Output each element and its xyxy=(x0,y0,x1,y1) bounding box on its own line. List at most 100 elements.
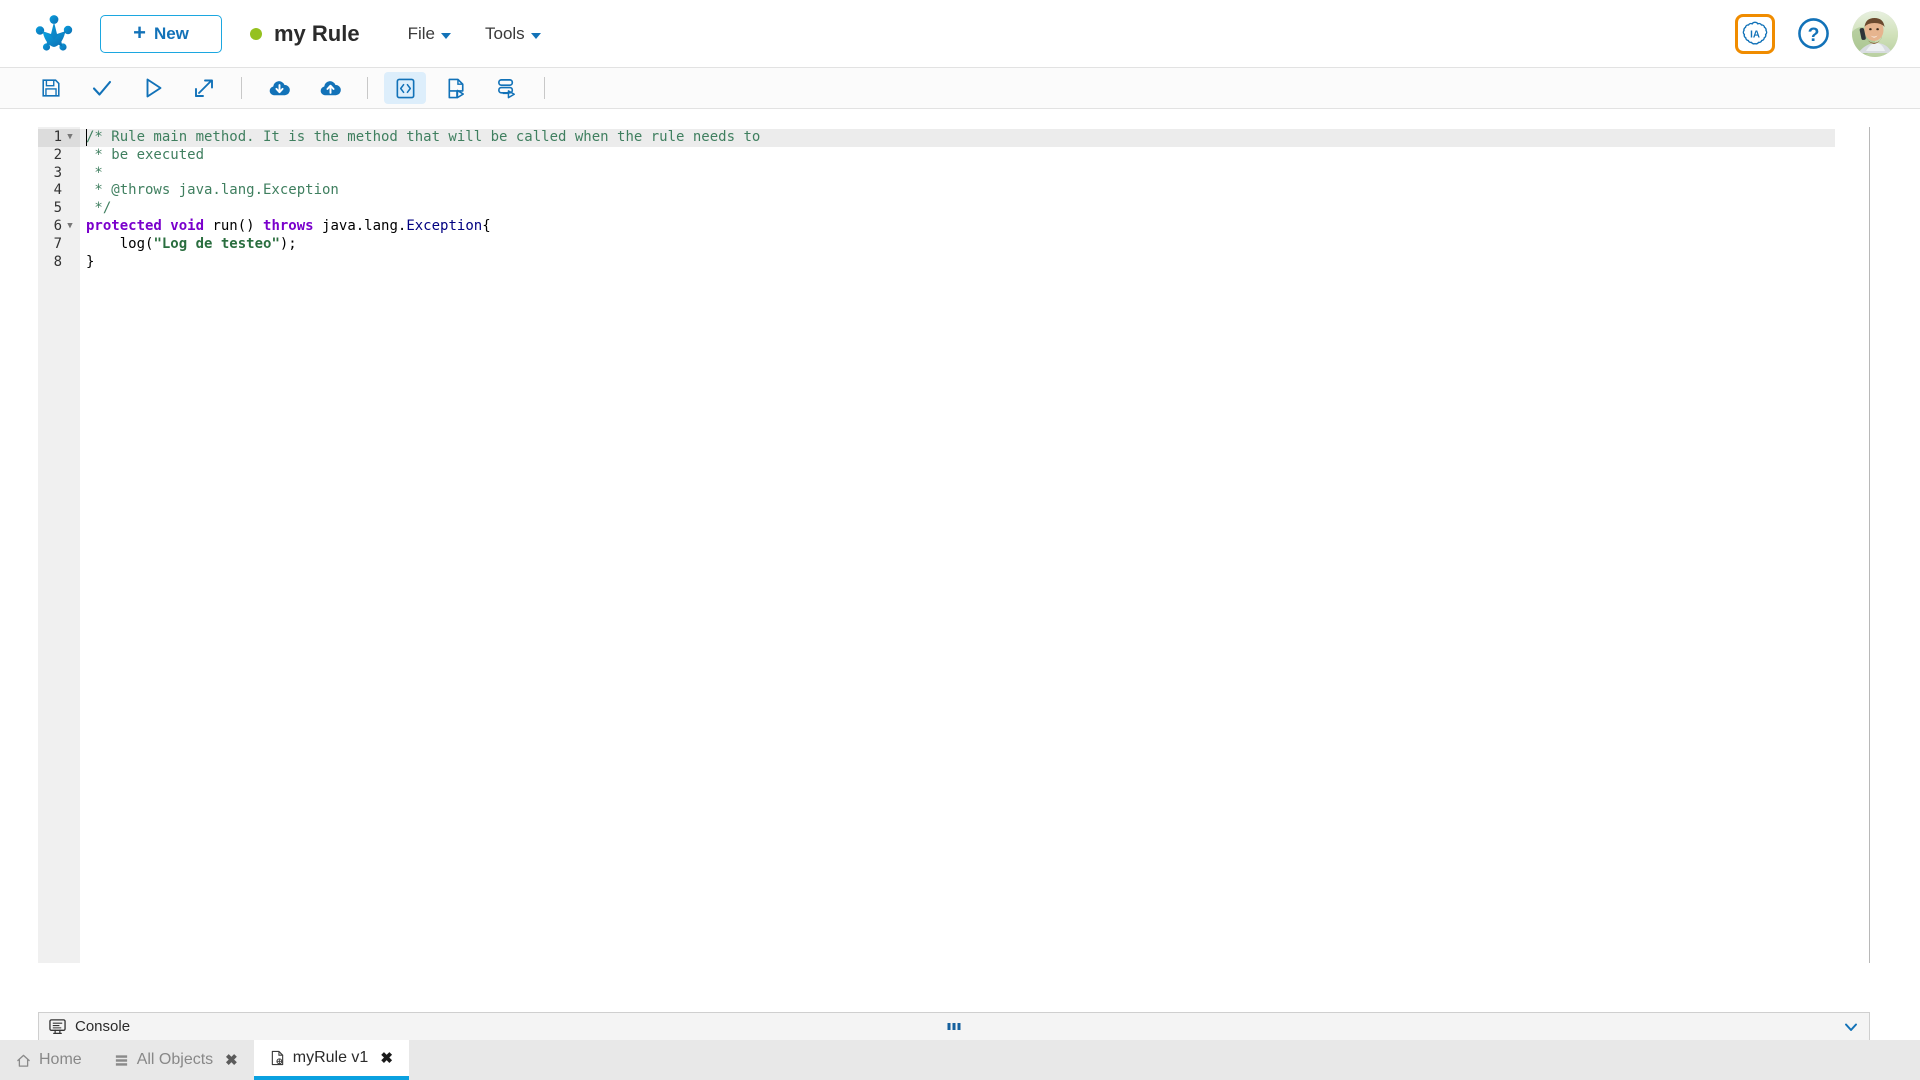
floppy-disk-icon xyxy=(42,79,60,97)
line-number: 7 xyxy=(38,236,80,254)
import-button[interactable] xyxy=(258,72,300,104)
code-token: run() xyxy=(212,217,264,234)
line-number-gutter: 1 ▼ 2 3 4 5 6 ▼ 7 8 xyxy=(38,127,80,963)
code-content[interactable]: /* Rule main method. It is the method th… xyxy=(80,127,1869,963)
run-batch-button[interactable] xyxy=(486,72,528,104)
code-line[interactable]: protected void run() throws java.lang.Ex… xyxy=(80,218,1869,236)
validate-button[interactable] xyxy=(81,72,123,104)
line-number-value: 3 xyxy=(53,164,62,181)
close-icon[interactable]: ✖ xyxy=(225,1053,238,1068)
tab-all-objects[interactable]: All Objects ✖ xyxy=(98,1040,254,1080)
code-document-icon xyxy=(396,78,414,98)
code-line[interactable]: */ xyxy=(80,200,1869,218)
source-code-button[interactable] xyxy=(384,72,426,104)
editor-toolbar xyxy=(0,68,1920,109)
export-button[interactable] xyxy=(309,72,351,104)
run-button[interactable] xyxy=(132,72,174,104)
menu-tools-label: Tools xyxy=(485,23,525,43)
menu-file-label: File xyxy=(407,23,435,43)
svg-text:?: ? xyxy=(1808,24,1820,46)
code-line[interactable]: log("Log de testeo"); xyxy=(80,236,1869,254)
bonita-frog-logo-icon xyxy=(35,14,73,51)
app-logo[interactable] xyxy=(18,14,90,54)
open-external-button[interactable] xyxy=(183,72,225,104)
code-line[interactable]: * be executed xyxy=(80,147,1869,165)
code-editor-area: 1 ▼ 2 3 4 5 6 ▼ 7 8 /* Rule main method. It is th… xyxy=(0,109,1920,1012)
document-play-icon xyxy=(447,78,464,98)
line-number-value: 6 xyxy=(53,217,62,234)
line-number-value: 1 xyxy=(53,129,62,145)
code-token: { xyxy=(482,217,491,234)
close-icon[interactable]: ✖ xyxy=(380,1051,393,1066)
status-dot-icon xyxy=(250,27,262,40)
menu-bar: File Tools xyxy=(408,24,541,44)
code-token: } xyxy=(86,253,95,270)
question-mark-circle-icon: ? xyxy=(1798,18,1829,49)
line-number: 2 xyxy=(38,147,80,165)
bottom-tab-bar: Home All Objects ✖ myRule v1 ✖ xyxy=(0,1040,1920,1080)
code-line[interactable]: /* Rule main method. It is the method th… xyxy=(80,129,1835,147)
line-number-value: 4 xyxy=(53,182,62,199)
drag-handle-dots-icon[interactable] xyxy=(947,1023,961,1030)
code-token: throws xyxy=(263,217,323,234)
code-token: */ xyxy=(86,200,112,217)
menu-file[interactable]: File xyxy=(408,24,451,44)
code-line[interactable]: * xyxy=(80,165,1869,183)
cloud-download-icon xyxy=(269,80,290,95)
line-number: 8 xyxy=(38,254,80,272)
external-link-icon xyxy=(195,79,213,97)
code-token: * xyxy=(86,164,103,181)
home-icon xyxy=(16,1053,31,1068)
page-title: my Rule xyxy=(274,20,360,46)
toolbar-divider xyxy=(367,77,368,99)
line-number: 5 xyxy=(38,200,80,218)
line-number-value: 7 xyxy=(53,235,62,252)
list-stack-icon xyxy=(114,1053,129,1068)
help-button[interactable]: ? xyxy=(1797,17,1830,50)
code-token: * @throws java.lang.Exception xyxy=(86,182,339,199)
fold-toggle-icon[interactable]: ▼ xyxy=(64,133,76,142)
header-actions: IA ? xyxy=(1735,10,1898,57)
console-monitor-icon xyxy=(49,1019,66,1035)
ia-brain-cloud-icon: IA xyxy=(1742,21,1768,44)
code-token: /* Rule main method. It is the method th… xyxy=(86,129,761,145)
line-number: 1 ▼ xyxy=(38,129,80,147)
ai-assistant-button[interactable]: IA xyxy=(1735,13,1775,54)
svg-text:IA: IA xyxy=(1750,29,1760,40)
code-token: ); xyxy=(279,235,297,252)
fold-toggle-icon[interactable]: ▼ xyxy=(64,222,76,231)
rule-document-icon xyxy=(270,1050,285,1066)
chevron-down-icon xyxy=(530,32,541,39)
code-token: * be executed xyxy=(86,146,205,163)
checkmark-icon xyxy=(92,80,112,96)
document-title-group: my Rule xyxy=(250,21,360,47)
code-token: protected void xyxy=(86,217,213,234)
tab-label: Home xyxy=(39,1051,82,1068)
console-panel-bar[interactable]: Console xyxy=(38,1012,1870,1040)
application-window: + New my Rule File Tools IA ? 1 ▼ 2 3 4 … xyxy=(0,0,1920,1080)
code-token: Exception xyxy=(406,217,483,234)
user-avatar-photo xyxy=(1852,10,1898,57)
code-line[interactable]: } xyxy=(80,254,1869,272)
code-token: log( xyxy=(86,235,154,252)
console-collapse-button[interactable] xyxy=(1843,1019,1859,1035)
code-line[interactable]: * @throws java.lang.Exception xyxy=(80,182,1869,200)
code-editor[interactable]: 1 ▼ 2 3 4 5 6 ▼ 7 8 /* Rule main method. It is th… xyxy=(38,127,1870,963)
tab-myrule-v1[interactable]: myRule v1 ✖ xyxy=(253,1040,409,1080)
cloud-upload-icon xyxy=(320,80,341,95)
app-header: + New my Rule File Tools IA ? xyxy=(0,0,1920,68)
save-button[interactable] xyxy=(30,72,72,104)
console-label: Console xyxy=(75,1018,131,1035)
new-button[interactable]: + New xyxy=(100,14,222,53)
menu-tools[interactable]: Tools xyxy=(485,24,541,44)
tab-home[interactable]: Home xyxy=(0,1040,98,1080)
toolbar-divider xyxy=(241,77,242,99)
stacked-list-play-icon xyxy=(497,78,515,98)
code-token: java.lang. xyxy=(322,217,407,234)
tab-label: All Objects xyxy=(136,1051,214,1068)
line-number: 6 ▼ xyxy=(38,218,80,236)
line-number-value: 2 xyxy=(53,146,62,163)
toolbar-divider xyxy=(544,77,545,99)
run-document-button[interactable] xyxy=(435,72,477,104)
avatar[interactable] xyxy=(1852,10,1898,57)
